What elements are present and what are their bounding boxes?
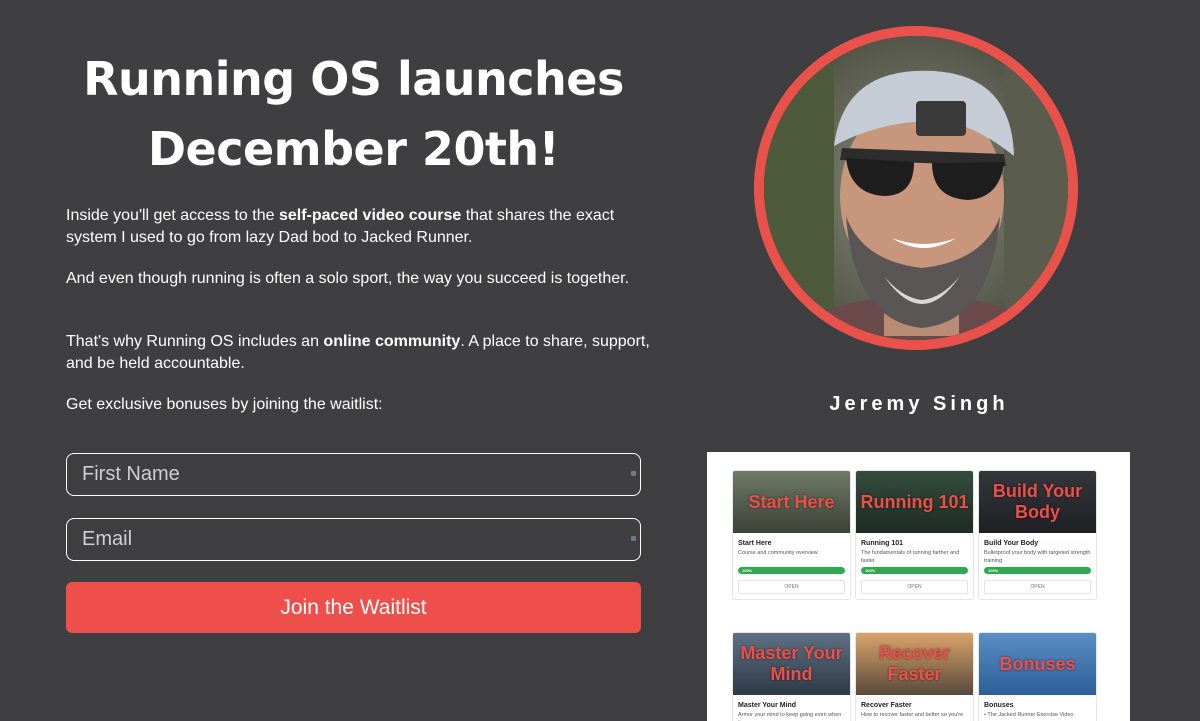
autofill-icon (631, 471, 636, 476)
course-description: The fundamentals of running farther and … (861, 550, 960, 564)
course-card-start-here: Start Here Start Here Course and communi… (732, 470, 851, 600)
course-thumbnail: Start Here (733, 471, 850, 533)
course-thumbnail: Master Your Mind (733, 633, 850, 695)
headline-line-2: December 20th! (147, 122, 560, 176)
course-title: Bonuses (984, 702, 1014, 709)
intro-text: Inside you'll get access to the (66, 207, 279, 224)
course-progress-bar: 100% (738, 567, 845, 574)
autofill-icon (631, 536, 636, 541)
intro-bold-text: self-paced video course (278, 207, 462, 224)
course-description: Bulletproof your body with targeted stre… (984, 550, 1091, 564)
course-title: Start Here (738, 540, 772, 547)
first-name-input[interactable]: First Name (66, 453, 641, 496)
course-description: How to recover faster and better so you'… (861, 712, 964, 718)
email-placeholder: Email (82, 528, 133, 550)
course-thumbnail-label: Recover Faster (878, 643, 951, 684)
course-card-recover-faster: Recover Faster Recover Faster How to rec… (855, 632, 974, 721)
course-description: Course and community overview (738, 550, 818, 556)
intro-paragraph-4: Get exclusive bonuses by joining the wai… (66, 396, 383, 413)
course-title: Running 101 (861, 540, 904, 547)
course-thumbnail: Build Your Body (979, 471, 1096, 533)
course-title: Master Your Mind (738, 702, 797, 709)
course-description: • The Jacked Runner Exercise Video (984, 712, 1074, 718)
avatar (754, 26, 1078, 350)
course-thumbnail-label: Master Your Mind (740, 643, 843, 684)
course-progress-label: 100% (865, 568, 876, 573)
course-thumbnail-label: Bonuses (999, 653, 1076, 674)
intro-paragraph-2: And even though running is often a solo … (66, 270, 630, 287)
page-headline: Running OS launches December 20th! (66, 44, 641, 184)
course-thumbnail: Bonuses (979, 633, 1096, 695)
course-open-button: OPEN (738, 580, 845, 594)
profile-name: Jeremy Singh (829, 393, 1009, 415)
course-card-running-101: Running 101 Running 101 The fundamentals… (855, 470, 974, 600)
course-thumbnail-label: Build Your Body (992, 481, 1083, 522)
course-open-button: OPEN (984, 580, 1091, 594)
course-progress-bar: 100% (984, 567, 1091, 574)
course-progress-bar: 100% (861, 567, 968, 574)
course-description: Armor your mind to keep going even when … (738, 712, 842, 721)
course-thumbnail-label: Start Here (748, 491, 835, 512)
course-card-build-your-body: Build Your Body Build Your Body Bulletpr… (978, 470, 1097, 600)
course-title: Recover Faster (861, 702, 912, 709)
course-card-bonuses: Bonuses Bonuses • The Jacked Runner Exer… (978, 632, 1097, 721)
course-progress-label: 100% (988, 568, 999, 573)
course-card-master-your-mind: Master Your Mind Master Your Mind Armor … (732, 632, 851, 721)
intro-bold-text: online community (323, 333, 461, 350)
course-preview-screenshot: Start Here Start Here Course and communi… (707, 452, 1130, 721)
course-progress-label: 100% (742, 568, 753, 573)
headline-line-1: Running OS launches (83, 52, 624, 106)
avatar-portrait-image (764, 36, 1068, 340)
course-thumbnail-label: Running 101 (860, 491, 969, 512)
intro-text: That's why Running OS includes an (66, 333, 324, 350)
intro-paragraph-3: That's why Running OS includes an online… (66, 331, 656, 375)
course-thumbnail: Recover Faster (856, 633, 973, 695)
intro-paragraph-1: Inside you'll get access to the self-pac… (66, 205, 656, 249)
course-title: Build Your Body (984, 540, 1039, 547)
join-waitlist-button[interactable]: Join the Waitlist (66, 582, 641, 633)
email-input[interactable]: Email (66, 518, 641, 561)
first-name-placeholder: First Name (82, 463, 180, 485)
course-open-button: OPEN (861, 580, 968, 594)
course-thumbnail: Running 101 (856, 471, 973, 533)
